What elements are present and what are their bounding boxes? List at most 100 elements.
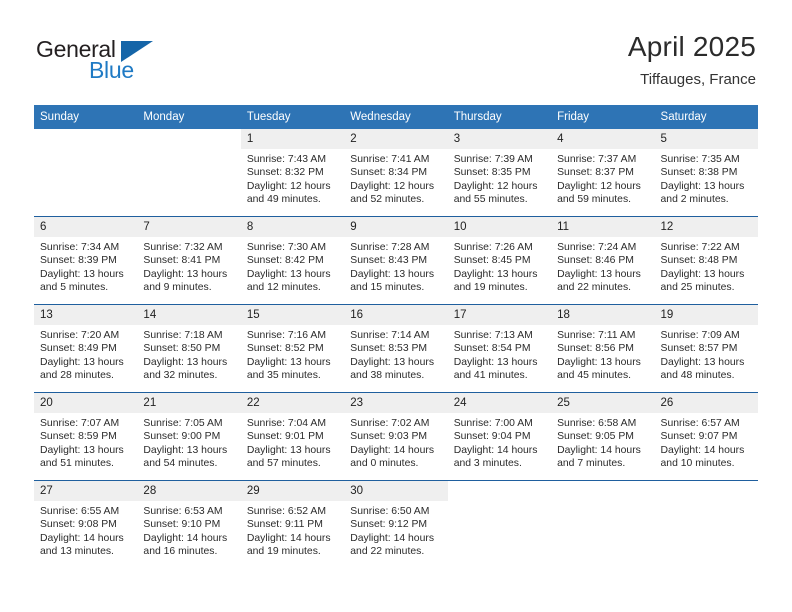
calendar-day-cell[interactable]: 12 Sunrise: 7:22 AM Sunset: 8:48 PM Dayligh… [654,216,758,305]
calendar-head: Sunday Monday Tuesday Wednesday Thursday Frid… [34,105,758,129]
daylight-text-line2: and 22 minutes. [350,546,425,558]
daylight-text-line1: Daylight: 13 hours [246,356,331,368]
calendar-day-cell[interactable]: 15 Sunrise: 7:16 AM Sunset: 8:52 PM Dayligh… [240,304,345,393]
sunrise-text: Sunrise: 7:02 AM [350,418,430,429]
calendar-day-cell[interactable]: 14 Sunrise: 7:18 AM Sunset: 8:50 PM Dayligh… [137,304,241,393]
day-number [655,481,758,501]
sunrise-text: Sunrise: 7:16 AM [246,330,326,341]
calendar-day-cell[interactable]: 1 Sunrise: 7:43 AM Sunset: 8:32 PM Daylight… [240,129,345,217]
day-details: Sunrise: 7:32 AM Sunset: 8:41 PM Daylight:… [137,237,240,295]
sunset-text: Sunset: 8:41 PM [143,255,221,267]
calendar-day-cell[interactable]: 10 Sunrise: 7:26 AM Sunset: 8:45 PM Dayligh… [447,216,552,305]
calendar-day-cell[interactable]: 5 Sunrise: 7:35 AM Sunset: 8:38 PM Daylight… [654,129,758,217]
calendar-day-cell[interactable]: 25 Sunrise: 6:58 AM Sunset: 9:05 PM Dayligh… [551,392,655,481]
day-cell-inner: 28 Sunrise: 6:53 AM Sunset: 9:10 PM Dayligh… [137,481,241,568]
day-number: 17 [447,305,552,325]
calendar-day-cell[interactable]: 28 Sunrise: 6:53 AM Sunset: 9:10 PM Dayligh… [137,480,241,568]
calendar-day-cell[interactable]: 3 Sunrise: 7:39 AM Sunset: 8:35 PM Daylight… [447,129,552,217]
calendar-day-cell[interactable]: 18 Sunrise: 7:11 AM Sunset: 8:56 PM Dayligh… [551,304,655,393]
daylight-text-line1: Daylight: 12 hours [557,180,641,192]
sunset-text: Sunset: 8:57 PM [660,343,738,355]
sunrise-text: Sunrise: 7:24 AM [557,242,637,253]
calendar-day-cell[interactable]: 13 Sunrise: 7:20 AM Sunset: 8:49 PM Dayligh… [34,304,138,393]
calendar-day-cell[interactable]: 8 Sunrise: 7:30 AM Sunset: 8:42 PM Daylight… [240,216,345,305]
daylight-text-line2: and 28 minutes. [40,370,114,382]
day-details: Sunrise: 6:55 AM Sunset: 9:08 PM Daylight:… [34,501,137,559]
day-cell-inner: 23 Sunrise: 7:02 AM Sunset: 9:03 PM Dayligh… [344,393,448,480]
daylight-text-line1: Daylight: 14 hours [246,532,331,544]
calendar-day-cell[interactable]: 23 Sunrise: 7:02 AM Sunset: 9:03 PM Dayligh… [344,392,448,481]
day-number: 7 [137,217,241,237]
sunrise-text: Sunrise: 7:20 AM [40,330,120,341]
day-details: Sunrise: 7:41 AM Sunset: 8:34 PM Daylight:… [344,149,447,207]
calendar-day-cell[interactable]: 26 Sunrise: 6:57 AM Sunset: 9:07 PM Dayligh… [654,392,758,481]
weekday-header-wednesday: Wednesday [344,105,448,129]
sunrise-text: Sunrise: 6:58 AM [557,418,637,429]
daylight-text-line1: Daylight: 14 hours [350,532,435,544]
calendar-day-cell[interactable]: 22 Sunrise: 7:04 AM Sunset: 9:01 PM Dayligh… [240,392,345,481]
calendar-day-cell[interactable]: 6 Sunrise: 7:34 AM Sunset: 8:39 PM Daylight… [34,216,138,305]
calendar-day-cell[interactable]: 19 Sunrise: 7:09 AM Sunset: 8:57 PM Dayligh… [654,304,758,393]
daylight-text-line2: and 9 minutes. [143,282,212,294]
calendar-day-cell[interactable]: 29 Sunrise: 6:52 AM Sunset: 9:11 PM Dayligh… [240,480,345,568]
daylight-text-line1: Daylight: 13 hours [40,268,124,280]
sunrise-text: Sunrise: 7:35 AM [660,154,740,165]
daylight-text-line2: and 32 minutes. [143,370,218,382]
calendar-day-cell[interactable]: 2 Sunrise: 7:41 AM Sunset: 8:34 PM Daylight… [344,129,448,217]
daylight-text-line1: Daylight: 13 hours [557,356,641,368]
brand-logo[interactable]: General Blue [36,36,256,90]
day-cell-inner: 27 Sunrise: 6:55 AM Sunset: 9:08 PM Dayligh… [34,481,138,568]
calendar-day-cell[interactable]: 17 Sunrise: 7:13 AM Sunset: 8:54 PM Dayligh… [447,304,552,393]
day-cell-inner: 4 Sunrise: 7:37 AM Sunset: 8:37 PM Daylight… [551,129,655,216]
weekday-header-row: Sunday Monday Tuesday Wednesday Thursday Frid… [34,105,758,129]
day-cell-inner: 14 Sunrise: 7:18 AM Sunset: 8:50 PM Dayligh… [137,305,241,392]
sunrise-text: Sunrise: 7:09 AM [660,330,740,341]
sunset-text: Sunset: 9:10 PM [143,519,221,531]
daylight-text-line1: Daylight: 13 hours [143,444,228,456]
daylight-text-line1: Daylight: 14 hours [350,444,435,456]
sunset-text: Sunset: 9:00 PM [143,431,221,443]
day-number [34,129,137,149]
day-number: 29 [240,481,345,501]
sunset-text: Sunset: 8:59 PM [40,431,117,443]
calendar-day-cell[interactable]: 30 Sunrise: 6:50 AM Sunset: 9:12 PM Dayligh… [344,480,448,568]
calendar-day-cell[interactable]: 21 Sunrise: 7:05 AM Sunset: 9:00 PM Dayligh… [137,392,241,481]
day-number: 20 [34,393,138,413]
sunset-text: Sunset: 8:45 PM [453,255,531,267]
calendar-day-cell[interactable]: 7 Sunrise: 7:32 AM Sunset: 8:41 PM Daylight… [137,216,241,305]
sunset-text: Sunset: 8:34 PM [350,167,428,179]
day-details: Sunrise: 7:13 AM Sunset: 8:54 PM Daylight:… [448,325,551,383]
day-cell-inner: 6 Sunrise: 7:34 AM Sunset: 8:39 PM Daylight… [34,217,138,304]
day-details: Sunrise: 6:58 AM Sunset: 9:05 PM Daylight:… [551,413,654,471]
daylight-text-line1: Daylight: 14 hours [453,444,538,456]
day-cell-inner [34,129,137,216]
day-number: 10 [447,217,552,237]
day-cell-inner: 9 Sunrise: 7:28 AM Sunset: 8:43 PM Daylight… [344,217,448,304]
daylight-text-line2: and 12 minutes. [246,282,321,294]
day-cell-inner: 1 Sunrise: 7:43 AM Sunset: 8:32 PM Daylight… [240,129,345,216]
calendar-day-cell[interactable]: 9 Sunrise: 7:28 AM Sunset: 8:43 PM Daylight… [344,216,448,305]
calendar-cell-empty [551,480,655,568]
day-cell-inner: 11 Sunrise: 7:24 AM Sunset: 8:46 PM Dayligh… [551,217,655,304]
day-number: 3 [447,129,552,149]
weekday-header-monday: Monday [137,105,241,129]
day-number: 11 [551,217,655,237]
sunrise-text: Sunrise: 7:41 AM [350,154,430,165]
day-cell-inner: 21 Sunrise: 7:05 AM Sunset: 9:00 PM Dayligh… [137,393,241,480]
calendar-day-cell[interactable]: 27 Sunrise: 6:55 AM Sunset: 9:08 PM Dayligh… [34,480,138,568]
day-number: 6 [34,217,138,237]
calendar-day-cell[interactable]: 24 Sunrise: 7:00 AM Sunset: 9:04 PM Dayligh… [447,392,552,481]
day-number: 15 [240,305,345,325]
calendar-day-cell[interactable]: 16 Sunrise: 7:14 AM Sunset: 8:53 PM Dayligh… [344,304,448,393]
calendar-day-cell[interactable]: 11 Sunrise: 7:24 AM Sunset: 8:46 PM Dayligh… [551,216,655,305]
calendar-day-cell[interactable]: 4 Sunrise: 7:37 AM Sunset: 8:37 PM Daylight… [551,129,655,217]
day-details: Sunrise: 6:57 AM Sunset: 9:07 PM Daylight:… [655,413,758,471]
daylight-text-line2: and 16 minutes. [143,546,218,558]
day-number: 24 [447,393,552,413]
calendar-day-cell[interactable]: 20 Sunrise: 7:07 AM Sunset: 8:59 PM Dayligh… [34,392,138,481]
day-details: Sunrise: 7:35 AM Sunset: 8:38 PM Daylight:… [655,149,758,207]
daylight-text-line2: and 35 minutes. [246,370,321,382]
day-details: Sunrise: 7:09 AM Sunset: 8:57 PM Daylight:… [655,325,758,383]
daylight-text-line1: Daylight: 13 hours [40,444,124,456]
day-number: 8 [240,217,345,237]
